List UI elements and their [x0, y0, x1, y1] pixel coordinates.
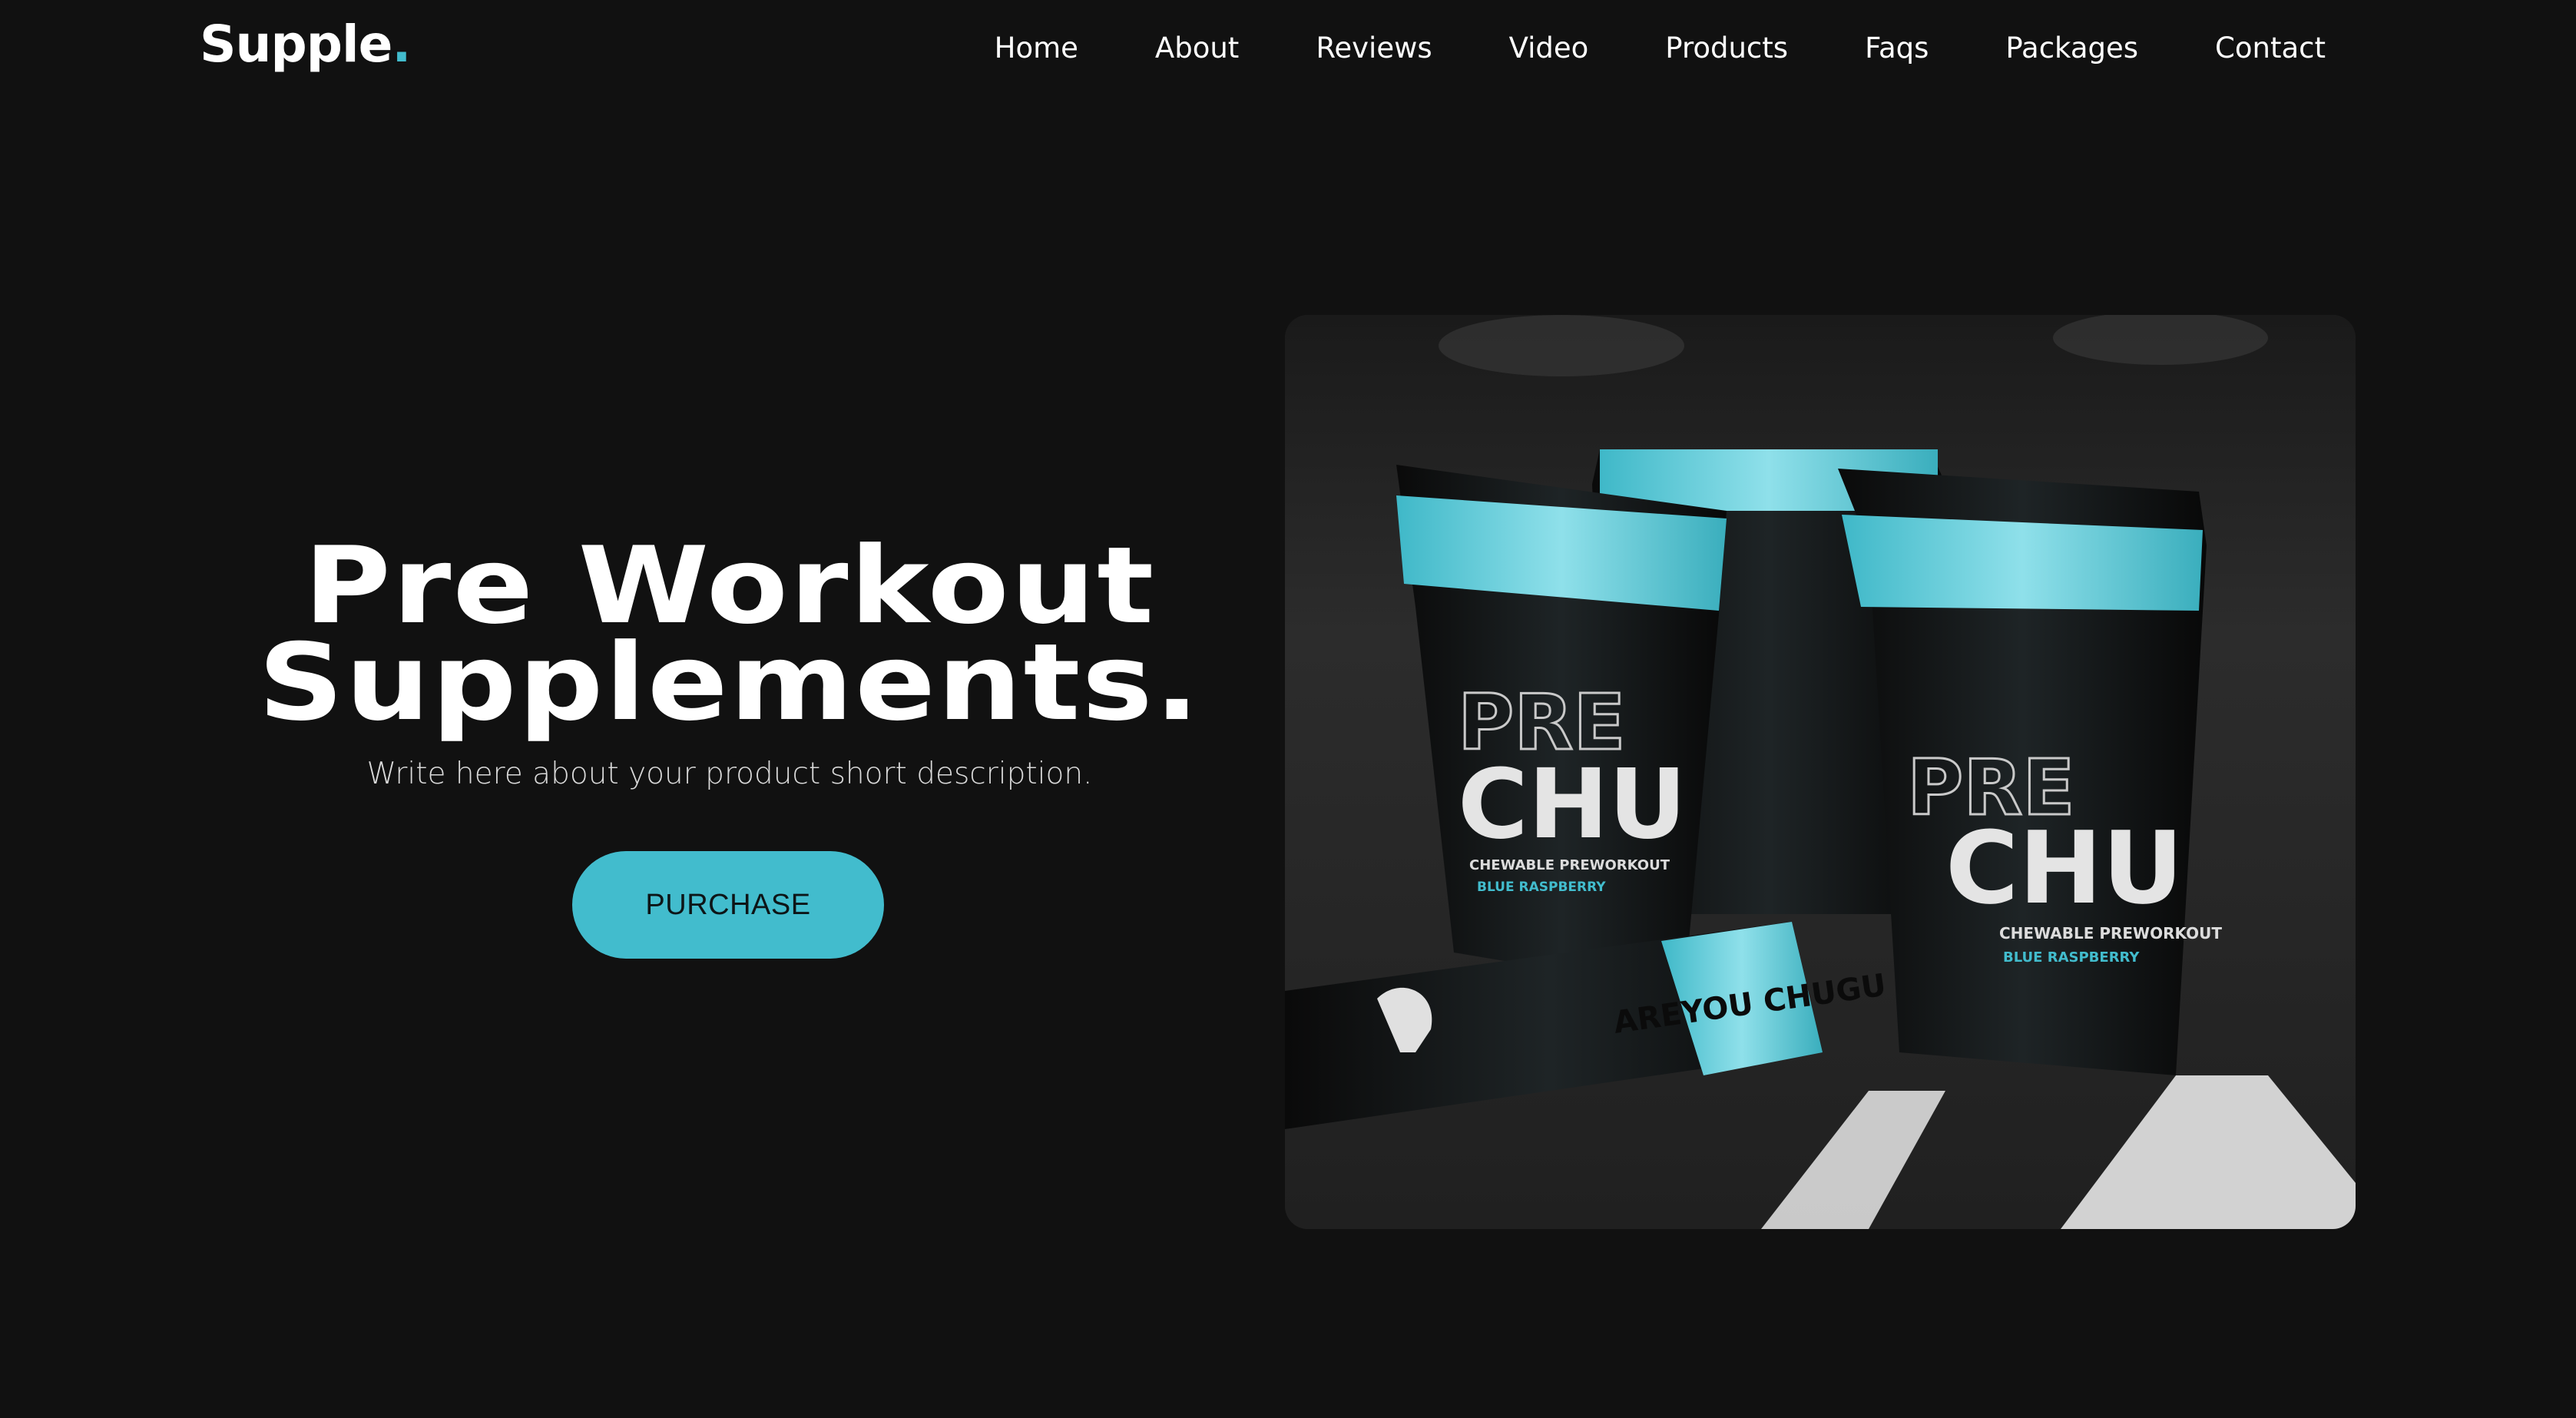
product-photo: PRE CHU CHEWABLE PREWORKOUT BLUE RASPBER…: [1285, 315, 2356, 1229]
main-nav: Home About Reviews Video Products Faqs P…: [918, 29, 2326, 68]
hero-text: Pre Workout Supplements. Write here abou…: [230, 533, 1229, 796]
nav-packages[interactable]: Packages: [2005, 29, 2138, 68]
hero-title: Pre Workout Supplements.: [171, 533, 1289, 736]
product-image: PRE CHU CHEWABLE PREWORKOUT BLUE RASPBER…: [1285, 315, 2356, 1229]
nav-faqs[interactable]: Faqs: [1865, 29, 1929, 68]
logo-text: Supple: [200, 15, 392, 74]
logo[interactable]: Supple.: [200, 14, 411, 75]
hero-description: Write here about your product short desc…: [366, 757, 1093, 791]
bag-left-brand: CHU: [1458, 749, 1687, 860]
bag-left-flavor: BLUE RASPBERRY: [1477, 880, 1606, 895]
nav-products[interactable]: Products: [1665, 29, 1788, 68]
bag-flavor: BLUE RASPBERRY: [2003, 949, 2140, 966]
hero-title-line2: Supplements.: [258, 621, 1201, 744]
nav-home[interactable]: Home: [995, 29, 1078, 68]
page: Supple. Home About Reviews Video Product…: [0, 0, 2576, 1418]
nav-contact[interactable]: Contact: [2215, 29, 2326, 68]
nav-video[interactable]: Video: [1509, 29, 1589, 68]
bag-brand: CHU: [1945, 810, 2184, 926]
nav-about[interactable]: About: [1155, 29, 1239, 68]
bag-tagline: CHEWABLE PREWORKOUT: [1999, 924, 2222, 943]
logo-dot: .: [392, 15, 411, 74]
purchase-button[interactable]: PURCHASE: [572, 851, 884, 959]
bag-left-tagline: CHEWABLE PREWORKOUT: [1469, 857, 1670, 873]
site-header: Supple. Home About Reviews Video Product…: [0, 0, 2576, 100]
bag-right: PRE CHU CHEWABLE PREWORKOUT BLUE RASPBER…: [1838, 469, 2222, 1075]
nav-reviews[interactable]: Reviews: [1316, 29, 1432, 68]
